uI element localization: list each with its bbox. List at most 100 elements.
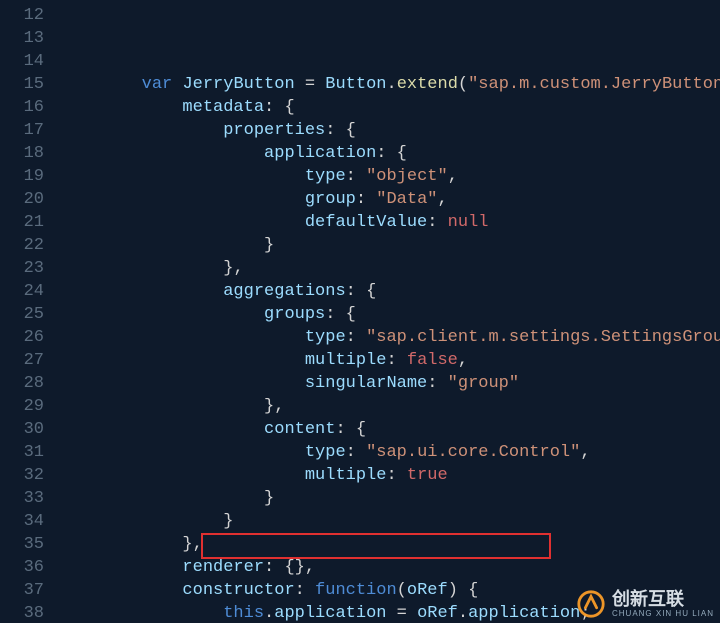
token-punc: ( bbox=[397, 581, 407, 600]
code-line[interactable]: }, bbox=[60, 395, 720, 418]
code-line[interactable]: type: "sap.client.m.settings.SettingsGro… bbox=[60, 326, 720, 349]
token-punc bbox=[172, 75, 182, 94]
code-line[interactable]: }, bbox=[60, 257, 720, 280]
token-prop: application bbox=[264, 144, 376, 163]
code-line[interactable]: group: "Data", bbox=[60, 188, 720, 211]
code-line[interactable]: groups: { bbox=[60, 303, 720, 326]
token-brace: } bbox=[264, 236, 274, 255]
token-brace: { bbox=[366, 282, 376, 301]
token-brace: { bbox=[356, 420, 366, 439]
token-func: extend bbox=[397, 75, 458, 94]
code-line[interactable]: singularName: "group" bbox=[60, 372, 720, 395]
token-punc: ) bbox=[448, 581, 468, 600]
code-line[interactable]: multiple: false, bbox=[60, 349, 720, 372]
line-number: 22 bbox=[0, 234, 44, 257]
code-line[interactable]: content: { bbox=[60, 418, 720, 441]
token-brace: } bbox=[182, 535, 192, 554]
watermark-text-main: 创新互联 bbox=[612, 590, 714, 608]
token-punc: : bbox=[346, 282, 366, 301]
token-var: oRef bbox=[417, 604, 458, 623]
watermark-logo-icon bbox=[576, 589, 606, 619]
token-prop: type bbox=[305, 167, 346, 186]
code-line[interactable]: } bbox=[60, 487, 720, 510]
code-line[interactable]: type: "sap.ui.core.Control", bbox=[60, 441, 720, 464]
line-number-gutter: 1213141516171819202122232425262728293031… bbox=[0, 0, 60, 623]
line-number: 28 bbox=[0, 372, 44, 395]
line-number: 16 bbox=[0, 96, 44, 119]
token-punc: , bbox=[305, 558, 315, 577]
code-editor[interactable]: 1213141516171819202122232425262728293031… bbox=[0, 0, 720, 623]
token-arg: oRef bbox=[407, 581, 448, 600]
token-punc: . bbox=[458, 604, 468, 623]
line-number: 34 bbox=[0, 510, 44, 533]
code-line[interactable]: multiple: true bbox=[60, 464, 720, 487]
token-punc: , bbox=[193, 535, 203, 554]
token-punc: : bbox=[346, 167, 366, 186]
line-number: 31 bbox=[0, 441, 44, 464]
token-str: "sap.ui.core.Control" bbox=[366, 443, 580, 462]
token-punc: , bbox=[458, 351, 468, 370]
line-number: 29 bbox=[0, 395, 44, 418]
token-prop: content bbox=[264, 420, 335, 439]
code-line[interactable]: type: "object", bbox=[60, 165, 720, 188]
token-punc: : bbox=[427, 374, 447, 393]
token-punc: : bbox=[325, 305, 345, 324]
code-area[interactable]: var JerryButton = Button.extend("sap.m.c… bbox=[60, 0, 720, 623]
token-bool: true bbox=[407, 466, 448, 485]
token-var: Button bbox=[325, 75, 386, 94]
token-punc: , bbox=[448, 167, 458, 186]
code-line[interactable]: renderer: {}, bbox=[60, 556, 720, 579]
code-line[interactable]: }, bbox=[60, 533, 720, 556]
code-line[interactable]: var JerryButton = Button.extend("sap.m.c… bbox=[60, 73, 720, 96]
token-prop: properties bbox=[223, 121, 325, 140]
token-punc: , bbox=[274, 397, 284, 416]
token-str: "sap.client.m.settings.SettingsGroup" bbox=[366, 328, 720, 347]
token-brace: { bbox=[346, 305, 356, 324]
line-number: 38 bbox=[0, 602, 44, 623]
watermark: 创新互联 CHUANG XIN HU LIAN bbox=[576, 589, 714, 619]
token-punc: : bbox=[427, 213, 447, 232]
token-str: "group" bbox=[448, 374, 519, 393]
line-number: 32 bbox=[0, 464, 44, 487]
line-number: 20 bbox=[0, 188, 44, 211]
token-prop: groups bbox=[264, 305, 325, 324]
code-line[interactable]: aggregations: { bbox=[60, 280, 720, 303]
line-number: 26 bbox=[0, 326, 44, 349]
line-number: 18 bbox=[0, 142, 44, 165]
watermark-text-sub: CHUANG XIN HU LIAN bbox=[612, 610, 714, 618]
token-prop: application bbox=[274, 604, 386, 623]
line-number: 17 bbox=[0, 119, 44, 142]
token-brace: { bbox=[284, 98, 294, 117]
token-prop: aggregations bbox=[223, 282, 345, 301]
token-punc: : bbox=[325, 121, 345, 140]
token-prop: renderer bbox=[182, 558, 264, 577]
code-line[interactable]: } bbox=[60, 234, 720, 257]
token-punc: : bbox=[376, 144, 396, 163]
token-brace: } bbox=[264, 489, 274, 508]
code-line[interactable]: properties: { bbox=[60, 119, 720, 142]
token-this: this bbox=[223, 604, 264, 623]
line-number: 21 bbox=[0, 211, 44, 234]
code-line[interactable]: defaultValue: null bbox=[60, 211, 720, 234]
token-punc: , bbox=[437, 190, 447, 209]
token-punc: : bbox=[346, 443, 366, 462]
token-punc: : bbox=[346, 328, 366, 347]
token-str: "Data" bbox=[376, 190, 437, 209]
token-punc: . bbox=[386, 75, 396, 94]
token-punc: : bbox=[264, 558, 284, 577]
token-prop: constructor bbox=[182, 581, 294, 600]
code-line[interactable]: metadata: { bbox=[60, 96, 720, 119]
token-prop: defaultValue bbox=[305, 213, 427, 232]
line-number: 36 bbox=[0, 556, 44, 579]
token-punc: : bbox=[264, 98, 284, 117]
token-punc: : bbox=[335, 420, 355, 439]
token-var: JerryButton bbox=[182, 75, 294, 94]
line-number: 12 bbox=[0, 4, 44, 27]
token-punc: , bbox=[580, 443, 590, 462]
line-number: 19 bbox=[0, 165, 44, 188]
token-punc: , bbox=[233, 259, 243, 278]
code-line[interactable]: application: { bbox=[60, 142, 720, 165]
code-line[interactable]: } bbox=[60, 510, 720, 533]
token-bool: false bbox=[407, 351, 458, 370]
token-brace: } bbox=[223, 512, 233, 531]
